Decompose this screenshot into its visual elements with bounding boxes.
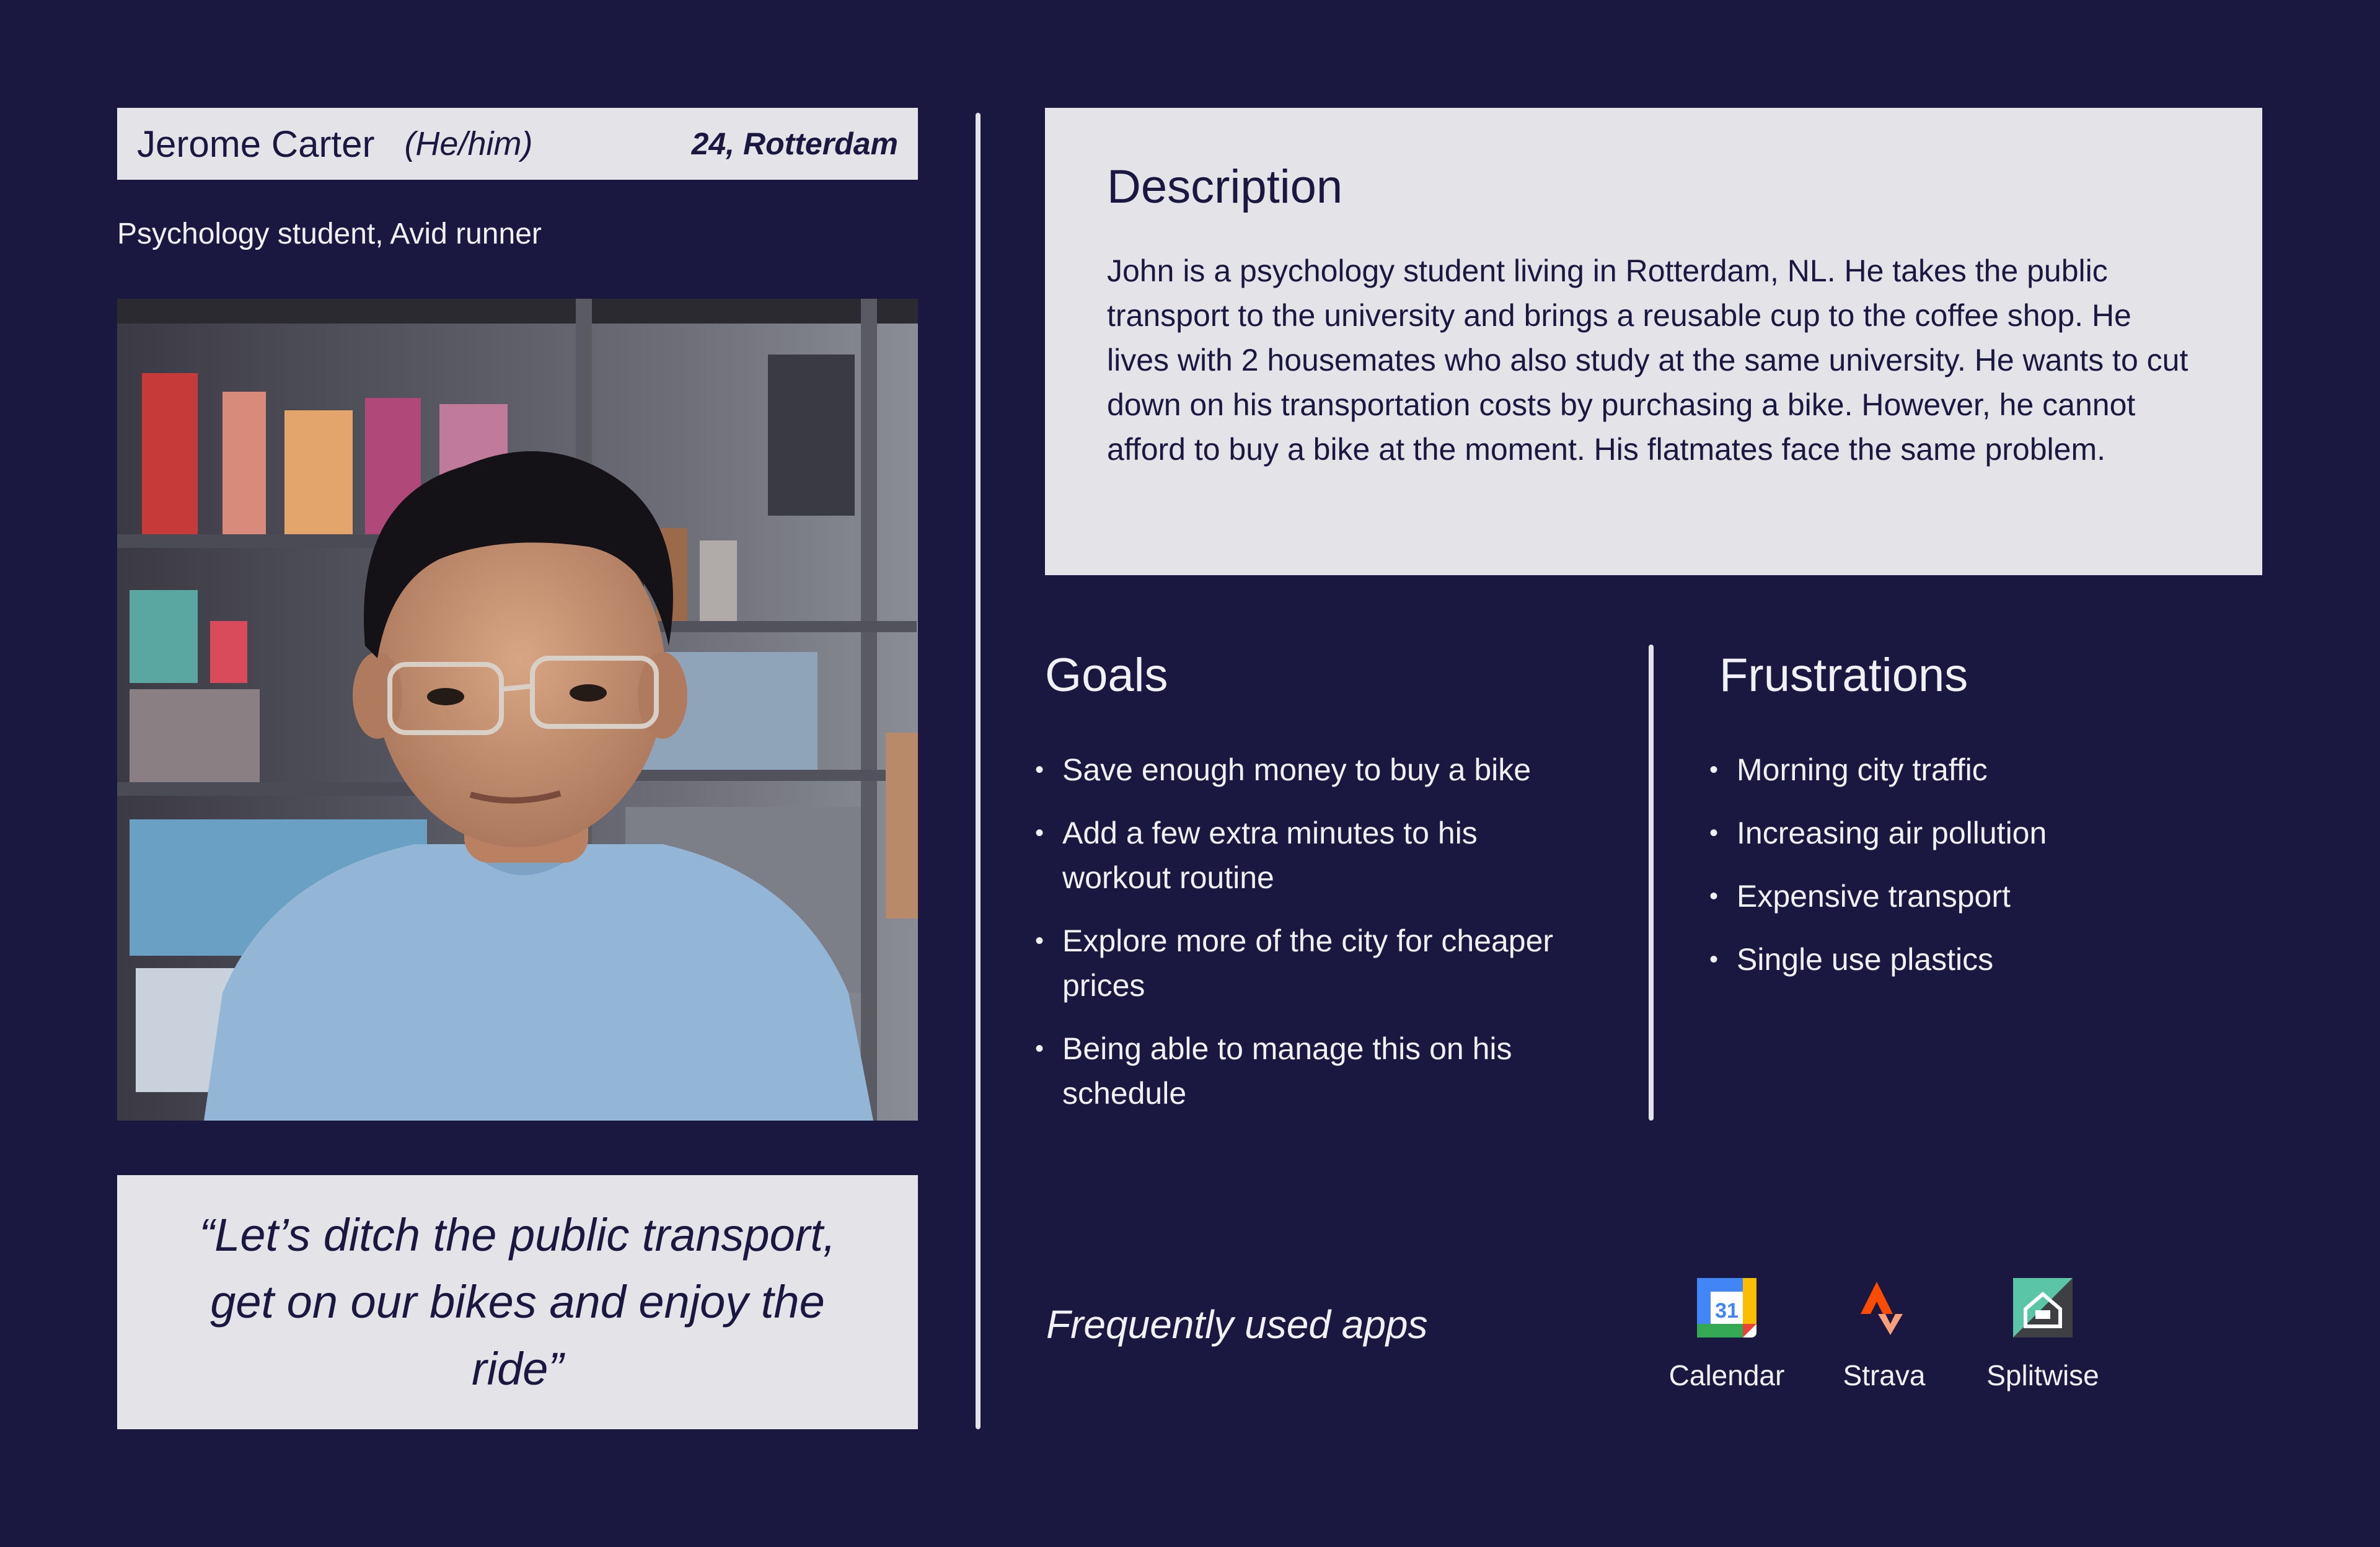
app-label: Strava — [1843, 1359, 1926, 1391]
goal-item: Being able to manage this on his schedul… — [1035, 1026, 1590, 1116]
goals-list: Save enough money to buy a bike Add a fe… — [1035, 747, 1590, 1134]
frustration-item: Expensive transport — [1709, 874, 2215, 919]
frustration-item: Morning city traffic — [1709, 747, 2215, 792]
goals-title: Goals — [1045, 649, 1168, 702]
frustrations-title: Frustrations — [1719, 649, 1968, 702]
frustrations-list: Morning city traffic Increasing air poll… — [1709, 747, 2215, 1000]
app-label: Calendar — [1668, 1359, 1785, 1391]
goal-item: Save enough money to buy a bike — [1035, 747, 1590, 792]
persona-name-bar: Jerome Carter (He/him) 24, Rotterdam — [117, 108, 918, 180]
google-calendar-icon: 31 — [1697, 1278, 1756, 1338]
goal-item: Add a few extra minutes to his workout r… — [1035, 811, 1590, 900]
persona-pronouns: (He/him) — [404, 125, 533, 162]
goal-item: Explore more of the city for cheaper pri… — [1035, 919, 1590, 1008]
app-strava[interactable]: Strava — [1797, 1278, 1971, 1392]
persona-subtitle: Psychology student, Avid runner — [117, 218, 542, 250]
app-label: Splitwise — [1986, 1359, 2099, 1391]
persona-age-location: 24, Rotterdam — [691, 126, 898, 161]
apps-heading: Frequently used apps — [1046, 1302, 1428, 1347]
app-calendar[interactable]: 31 Calendar — [1640, 1278, 1814, 1392]
description-text: John is a psychology student living in R… — [1107, 253, 2188, 467]
vertical-divider — [976, 113, 981, 1429]
splitwise-icon — [2013, 1278, 2073, 1338]
app-splitwise[interactable]: Splitwise — [1956, 1278, 2130, 1392]
persona-quote-box: “Let’s ditch the public transport, get o… — [117, 1175, 918, 1429]
frustration-item: Increasing air pollution — [1709, 811, 2215, 855]
persona-quote: “Let’s ditch the public transport, get o… — [199, 1209, 836, 1395]
description-title: Description — [1107, 161, 1343, 213]
frustration-item: Single use plastics — [1709, 937, 2215, 982]
portrait-photo-icon — [117, 299, 918, 1121]
strava-icon — [1854, 1278, 1914, 1338]
calendar-badge: 31 — [1715, 1299, 1739, 1323]
persona-name: Jerome Carter — [137, 123, 375, 165]
description-panel: Description John is a psychology student… — [1045, 108, 2262, 575]
persona-photo — [117, 299, 918, 1121]
goals-frustrations-divider — [1649, 645, 1654, 1121]
